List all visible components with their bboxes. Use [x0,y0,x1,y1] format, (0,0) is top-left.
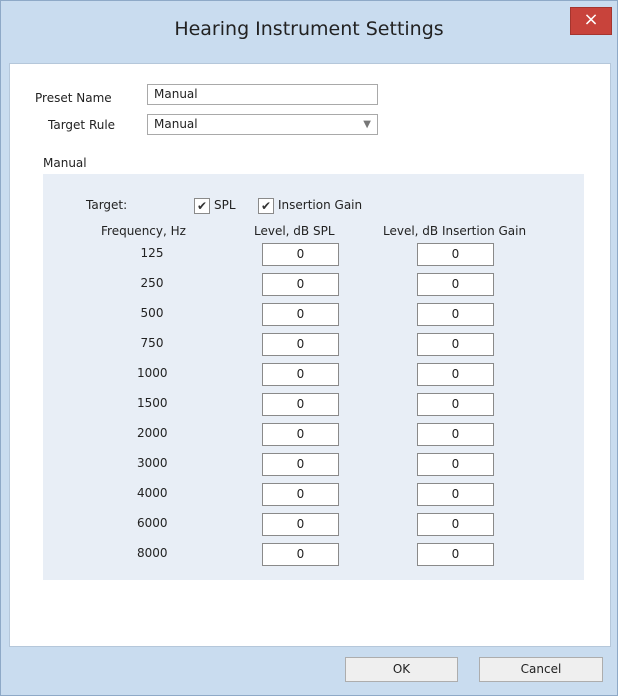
preset-name-value: Manual [154,87,198,101]
chevron-down-icon: ▼ [363,119,371,130]
close-button[interactable]: × [570,7,612,35]
level-spl-input[interactable]: 0 [262,453,339,476]
dialog-window: Hearing Instrument Settings × Preset Nam… [0,0,618,696]
level-spl-input[interactable]: 0 [262,513,339,536]
cancel-button[interactable]: Cancel [479,657,603,682]
ok-button[interactable]: OK [345,657,458,682]
level-spl-input[interactable]: 0 [262,273,339,296]
frequency-value: 8000 [137,546,168,560]
check-icon: ✔ [260,199,272,213]
dialog-content: Preset Name Manual Target Rule Manual ▼ … [9,63,611,647]
level-spl-input[interactable]: 0 [262,393,339,416]
frequency-value: 1500 [137,396,168,410]
frequency-value: 500 [140,306,164,320]
level-ig-input[interactable]: 0 [417,543,494,566]
target-rule-label: Target Rule [48,118,116,132]
level-ig-input[interactable]: 0 [417,423,494,446]
manual-group-label: Manual [43,156,87,170]
target-label: Target: [86,198,128,212]
manual-group-panel: Target: ✔ SPL ✔ Insertion Gain Frequency… [43,174,584,580]
target-rule-select[interactable]: Manual ▼ [147,114,378,135]
level-spl-column-header: Level, dB SPL [254,224,335,238]
frequency-value: 250 [140,276,164,290]
level-ig-input[interactable]: 0 [417,453,494,476]
level-ig-input[interactable]: 0 [417,483,494,506]
frequency-value: 3000 [137,456,168,470]
frequency-value: 2000 [137,426,168,440]
level-ig-input[interactable]: 0 [417,303,494,326]
preset-name-input[interactable]: Manual [147,84,378,105]
check-icon: ✔ [196,199,208,213]
dialog-title: Hearing Instrument Settings [174,18,444,40]
level-ig-input[interactable]: 0 [417,393,494,416]
level-spl-input[interactable]: 0 [262,483,339,506]
frequency-column-header: Frequency, Hz [101,224,186,238]
frequency-value: 4000 [137,486,168,500]
frequency-value: 6000 [137,516,168,530]
preset-name-label: Preset Name [35,91,112,105]
insertion-gain-checkbox[interactable]: ✔ [258,198,274,214]
level-ig-input[interactable]: 0 [417,243,494,266]
frequency-value: 1000 [137,366,168,380]
frequency-value: 125 [140,246,164,260]
level-spl-input[interactable]: 0 [262,243,339,266]
level-ig-input[interactable]: 0 [417,513,494,536]
level-ig-column-header: Level, dB Insertion Gain [383,224,527,238]
level-spl-input[interactable]: 0 [262,303,339,326]
level-spl-input[interactable]: 0 [262,423,339,446]
frequency-value: 750 [140,336,164,350]
spl-checkbox[interactable]: ✔ [194,198,210,214]
close-icon: × [583,9,599,30]
level-spl-input[interactable]: 0 [262,363,339,386]
level-ig-input[interactable]: 0 [417,363,494,386]
level-spl-input[interactable]: 0 [262,333,339,356]
level-spl-input[interactable]: 0 [262,543,339,566]
title-bar[interactable]: Hearing Instrument Settings × [1,1,617,63]
spl-checkbox-label: SPL [214,198,236,212]
insertion-gain-checkbox-label: Insertion Gain [278,198,363,212]
level-ig-input[interactable]: 0 [417,273,494,296]
level-ig-input[interactable]: 0 [417,333,494,356]
target-rule-value: Manual [154,117,198,131]
